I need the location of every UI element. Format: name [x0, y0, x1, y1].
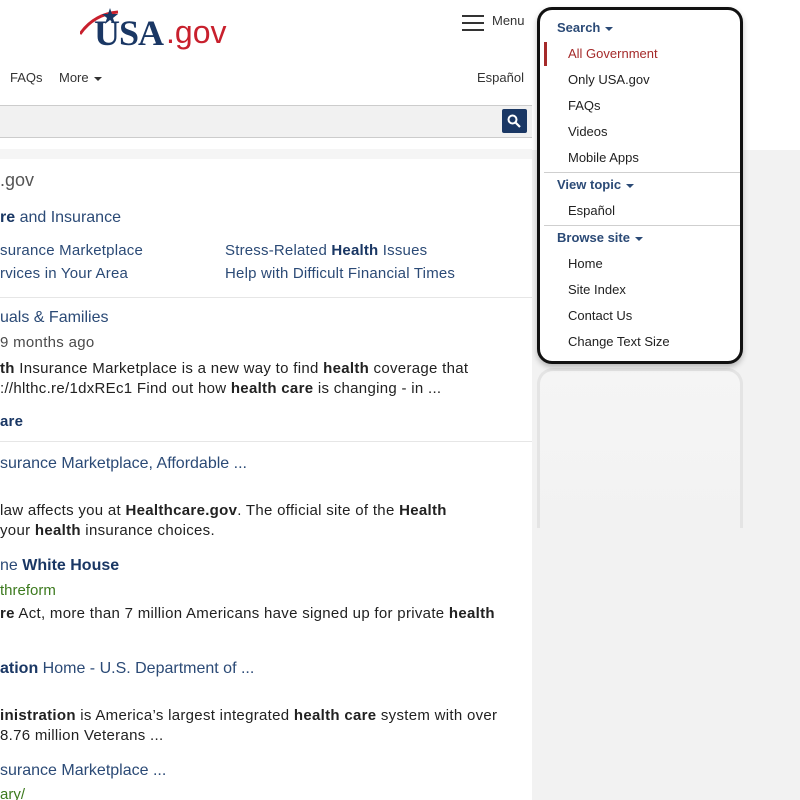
result-1-sublink-2[interactable]: rvices in Your Area: [0, 265, 128, 282]
result-6-title[interactable]: surance Marketplace ...: [0, 762, 166, 780]
snip-bold: Healthcare.gov: [125, 502, 238, 519]
search-scope-videos[interactable]: Videos: [568, 124, 608, 139]
snip-text: Act, more than 7 million Americans have …: [14, 605, 449, 622]
search-button[interactable]: [502, 109, 527, 133]
result-1-title-bold: re: [0, 209, 16, 226]
result-3-title[interactable]: surance Marketplace, Affordable ...: [0, 455, 247, 473]
browse-home[interactable]: Home: [568, 256, 603, 271]
caret-down-icon: [634, 236, 643, 241]
result-4-snippet-1: re Act, more than 7 million Americans ha…: [0, 605, 495, 622]
result-2-more-link[interactable]: are: [0, 413, 23, 430]
results-top-band: [0, 149, 532, 159]
search-section-toggle[interactable]: Search: [557, 20, 614, 35]
snip-bold: health: [34, 522, 81, 539]
result-2-snippet-2: ://hlthc.re/1dxREc1 Find out how health …: [0, 380, 441, 397]
result-1-sublink-4[interactable]: Help with Difficult Financial Times: [225, 265, 455, 282]
browse-site-label: Browse site: [557, 230, 630, 245]
search-scope-faqs[interactable]: FAQs: [568, 98, 601, 113]
result-3-snippet-2: your health insurance choices.: [0, 522, 215, 539]
caret-down-icon: [626, 183, 635, 188]
result-4-url[interactable]: threform: [0, 582, 56, 599]
snip-text: is changing - in ...: [313, 380, 442, 397]
sublink-3-pre: Stress-Related: [225, 242, 332, 259]
snip-text: . The official site of the: [237, 502, 400, 519]
view-topic-toggle[interactable]: View topic: [557, 177, 635, 192]
hamburger-icon: [462, 15, 484, 31]
caret-down-icon: [93, 76, 102, 81]
browse-site-index[interactable]: Site Index: [568, 282, 626, 297]
snip-bold: health care: [230, 380, 314, 397]
snip-text: system with over: [376, 707, 498, 724]
snip-bold: inistration: [0, 707, 76, 724]
result-2-date: 9 months ago: [0, 334, 95, 351]
search-scope-all-government[interactable]: All Government: [568, 46, 658, 61]
search-scope-mobile-apps[interactable]: Mobile Apps: [568, 150, 639, 165]
browse-site-toggle[interactable]: Browse site: [557, 230, 643, 245]
result-4-title-bold: White House: [22, 557, 120, 574]
search-input[interactable]: [0, 105, 532, 138]
snip-text: is America’s largest integrated: [75, 707, 294, 724]
snip-text: Insurance Marketplace is a new way to fi…: [14, 360, 324, 377]
result-2-title[interactable]: uals & Families: [0, 309, 108, 327]
search-section-label: Search: [557, 20, 601, 35]
nav-more-label: More: [59, 70, 89, 85]
snip-bold: health: [448, 605, 495, 622]
snip-text: insurance choices.: [80, 522, 215, 539]
result-3-snippet-1: law affects you at Healthcare.gov. The o…: [0, 502, 447, 519]
active-indicator: [544, 42, 547, 66]
snip-bold: Health: [399, 502, 447, 519]
logo-usa-text: USA: [94, 13, 164, 53]
caret-down-icon: [605, 26, 614, 31]
result-5-snippet-1: inistration is America’s largest integra…: [0, 707, 497, 724]
result-5-title[interactable]: ation Home - U.S. Department of ...: [0, 660, 254, 678]
browse-contact-us[interactable]: Contact Us: [568, 308, 632, 323]
result-4-title[interactable]: ne White House: [0, 557, 119, 575]
nav-more-menu[interactable]: More: [59, 70, 102, 85]
snip-bold: health: [323, 360, 370, 377]
browse-change-text-size[interactable]: Change Text Size: [568, 334, 670, 349]
menu-separator: [544, 172, 740, 173]
result-1-sublink-1[interactable]: surance Marketplace: [0, 242, 143, 259]
result-divider: [0, 441, 532, 442]
result-divider: [0, 297, 532, 298]
result-2-snippet-1: th Insurance Marketplace is a new way to…: [0, 360, 468, 377]
snip-text: law affects you at: [0, 502, 126, 519]
result-5-snippet-2: 8.76 million Veterans ...: [0, 727, 164, 744]
sublink-3-bold: Health: [331, 242, 379, 259]
result-5-title-bold: ation: [0, 660, 39, 677]
result-1-sublink-3[interactable]: Stress-Related Health Issues: [225, 242, 427, 259]
snip-bold: re: [0, 605, 15, 622]
view-topic-label: View topic: [557, 177, 622, 192]
menu-dropdown-panel: Search All Government Only USA.gov FAQs …: [537, 7, 743, 364]
magnifier-icon: [507, 114, 521, 128]
site-name-heading: .gov: [0, 170, 35, 190]
sublink-3-post: Issues: [378, 242, 428, 259]
nav-espanol-link[interactable]: Español: [477, 70, 524, 85]
snip-text: your: [0, 522, 35, 539]
result-4-title-pre: ne: [0, 557, 23, 574]
nav-faqs-link[interactable]: FAQs: [10, 70, 43, 85]
logo-gov-text: .gov: [166, 14, 227, 50]
result-6-url[interactable]: ary/: [0, 786, 25, 800]
snip-text: coverage that: [369, 360, 469, 377]
topic-espanol[interactable]: Español: [568, 203, 615, 218]
search-scope-only-usagov[interactable]: Only USA.gov: [568, 72, 650, 87]
result-5-title-rest: Home - U.S. Department of ...: [38, 660, 255, 677]
snip-text: ://hlthc.re/1dxREc1 Find out how: [0, 380, 231, 397]
snip-bold: health care: [293, 707, 377, 724]
result-1-title-rest: and Insurance: [15, 209, 121, 226]
menu-button[interactable]: Menu: [462, 12, 532, 36]
result-1-title[interactable]: re and Insurance: [0, 209, 121, 227]
menu-separator: [544, 225, 740, 226]
panel-reflection: [537, 368, 743, 528]
snip-bold: th: [0, 360, 15, 377]
more-link-bold: are: [0, 413, 24, 430]
menu-label: Menu: [492, 13, 525, 28]
